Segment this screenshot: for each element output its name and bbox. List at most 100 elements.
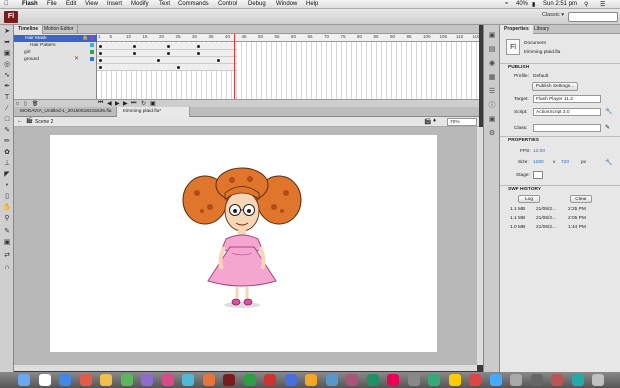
transform-panel-icon[interactable]: ▣ <box>487 115 497 125</box>
step-forward-icon[interactable]: ▶ <box>123 100 128 107</box>
dock-app-icon[interactable] <box>305 374 317 386</box>
tab-properties[interactable]: Properties <box>500 25 533 34</box>
stage[interactable] <box>50 135 437 352</box>
text-tool-icon[interactable]: T <box>2 93 12 103</box>
hidden-layer-icon[interactable]: ✕ <box>74 56 79 63</box>
dock-app-icon[interactable] <box>571 374 584 386</box>
tab-motion-editor[interactable]: Motion Editor <box>40 25 79 34</box>
keyframe[interactable] <box>99 45 102 48</box>
menu-text[interactable]: Text <box>159 1 170 7</box>
workspace-switcher[interactable]: Classic ▾ <box>542 12 564 18</box>
stage-color-swatch[interactable] <box>533 171 543 179</box>
properties-section-header[interactable]: PROPERTIES <box>500 136 620 143</box>
zoom-tool-icon[interactable]: ⚲ <box>2 214 12 224</box>
dock-app-icon[interactable] <box>120 374 133 386</box>
brush-tool-icon[interactable]: ✏ <box>2 137 12 147</box>
dock-app-icon[interactable] <box>243 374 256 386</box>
properties-panel-icon[interactable]: ▣ <box>487 31 497 41</box>
lasso-tool-icon[interactable]: ∿ <box>2 71 12 81</box>
clock[interactable]: Sun 2:51 pm <box>543 1 577 7</box>
selection-tool-icon[interactable]: ➤ <box>2 27 12 37</box>
go-to-last-frame-icon[interactable]: ⏭ <box>131 100 136 107</box>
dock-app-icon[interactable] <box>18 374 30 386</box>
spotlight-icon[interactable]: ⚲ <box>584 1 588 8</box>
swatches-panel-icon[interactable]: ▦ <box>487 73 497 83</box>
dock-app-icon[interactable] <box>592 374 604 386</box>
scene-label[interactable]: Scene 2 <box>35 119 53 125</box>
back-arrow-icon[interactable]: ← <box>17 118 23 124</box>
tab-library[interactable]: Library <box>530 25 553 34</box>
loop-icon[interactable]: ↻ <box>141 100 146 107</box>
paint-bucket-icon[interactable]: ◤ <box>2 170 12 180</box>
layer-ground[interactable]: ground <box>14 56 97 63</box>
edit-class-icon[interactable]: ✎ <box>605 124 610 131</box>
zoom-select[interactable]: 70% <box>447 118 477 126</box>
tab-document-trimming-plaid[interactable]: trimming plaid.fla* <box>117 107 190 117</box>
dock-app-icon[interactable] <box>530 374 543 386</box>
swap-colors-icon[interactable]: ⇄ <box>2 251 12 261</box>
swf-history-section-header[interactable]: SWF HISTORY <box>500 185 620 192</box>
dock-app-icon[interactable] <box>59 374 71 386</box>
keyframe[interactable] <box>217 59 220 62</box>
size-settings-icon[interactable]: 🔧 <box>605 159 612 166</box>
subselection-tool-icon[interactable]: ➥ <box>2 38 12 48</box>
layer-color-swatch[interactable] <box>90 36 94 40</box>
notifications-icon[interactable]: ☰ <box>600 1 605 8</box>
publish-section-header[interactable]: PUBLISH <box>500 63 620 70</box>
frame-row[interactable] <box>97 64 237 71</box>
layer-girl[interactable]: girl <box>14 49 97 56</box>
dock-app-icon[interactable] <box>346 374 358 386</box>
menu-file[interactable]: File <box>47 1 57 7</box>
class-input[interactable] <box>533 124 601 132</box>
keyframe[interactable] <box>167 45 170 48</box>
menu-debug[interactable]: Debug <box>248 1 266 7</box>
snap-icon[interactable]: ∩ <box>2 263 12 273</box>
menu-commands[interactable]: Commands <box>178 1 209 7</box>
dock-app-icon[interactable] <box>366 374 379 386</box>
dock-app-icon[interactable] <box>407 374 420 386</box>
layer-color-swatch[interactable] <box>90 43 94 47</box>
size-width[interactable]: 1280 <box>533 160 544 165</box>
fps-value[interactable]: 12.00 <box>533 149 545 154</box>
edit-symbols-icon[interactable]: ♦ <box>433 118 436 124</box>
eyedropper-icon[interactable]: ⁌ <box>2 181 12 191</box>
dock-app-icon[interactable] <box>264 374 276 386</box>
menu-control[interactable]: Control <box>218 1 237 7</box>
fill-color-icon[interactable]: ▣ <box>2 238 12 248</box>
3d-rotation-tool-icon[interactable]: ◎ <box>2 60 12 70</box>
dock-app-icon[interactable] <box>489 374 502 386</box>
menu-help[interactable]: Help <box>306 1 318 7</box>
target-select[interactable]: Flash Player 11.2 <box>533 95 601 103</box>
playhead[interactable] <box>234 34 235 107</box>
dock-app-icon[interactable] <box>428 374 440 386</box>
size-height[interactable]: 720 <box>561 160 569 165</box>
menu-modify[interactable]: Modify <box>131 1 149 7</box>
pen-tool-icon[interactable]: ✒ <box>2 82 12 92</box>
frame-row[interactable] <box>97 43 237 50</box>
dock-app-icon[interactable] <box>551 374 563 386</box>
bone-tool-icon[interactable]: ⊥ <box>2 159 12 169</box>
apple-icon[interactable]:  <box>4 1 9 7</box>
components-panel-icon[interactable]: ⚙ <box>487 129 497 139</box>
keyframe[interactable] <box>99 66 102 69</box>
dock-app-icon[interactable] <box>100 374 112 386</box>
battery-status[interactable]: 40% <box>516 1 528 7</box>
dock-app-icon[interactable] <box>223 374 235 386</box>
frame-row[interactable] <box>97 57 237 64</box>
menu-insert[interactable]: Insert <box>107 1 122 7</box>
align-panel-icon[interactable]: ☰ <box>487 87 497 97</box>
play-icon[interactable]: ▶ <box>115 100 120 107</box>
onion-skin-icon[interactable]: ▣ <box>150 100 156 107</box>
color-panel-icon[interactable]: ◉ <box>487 59 497 69</box>
dock-app-icon[interactable] <box>510 374 522 386</box>
dock-app-icon[interactable] <box>79 374 92 386</box>
dock-app-icon[interactable] <box>141 374 153 386</box>
dock-app-icon[interactable] <box>448 374 461 386</box>
pencil-tool-icon[interactable]: ✎ <box>2 126 12 136</box>
tab-timeline[interactable]: Timeline <box>14 25 44 34</box>
dock-app-icon[interactable] <box>161 374 174 386</box>
keyframe[interactable] <box>133 45 136 48</box>
script-settings-icon[interactable]: 🔧 <box>605 108 612 115</box>
dock-app-icon[interactable] <box>182 374 194 386</box>
tab-document-modavia[interactable]: MODAVIA_Untitled-1_20150818215535.fla <box>14 107 117 117</box>
